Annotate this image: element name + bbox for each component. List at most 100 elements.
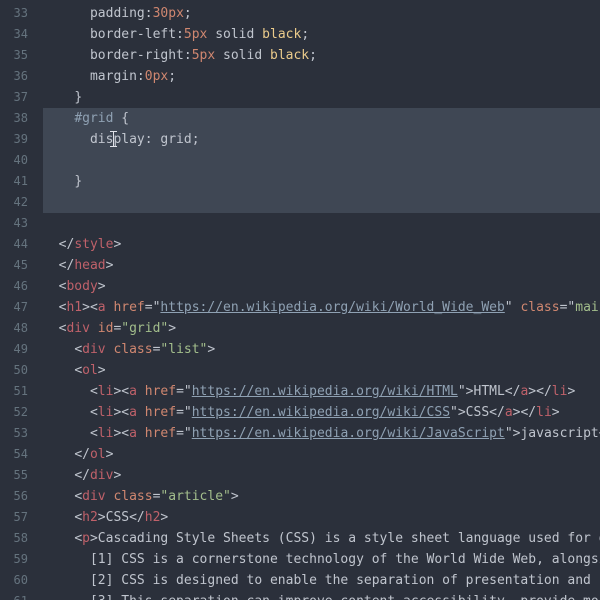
code-line[interactable]: 48 <div id="grid"> (0, 318, 600, 339)
code-token: div (66, 321, 90, 336)
line-number: 59 (13, 552, 28, 566)
code-token: >CSS</ (97, 510, 145, 525)
code-text: </div> (43, 465, 600, 486)
code-text: [2] CSS is designed to enable the separa… (43, 570, 600, 591)
code-token: ; (183, 6, 192, 21)
code-token: ol (89, 447, 106, 462)
code-line[interactable]: 41 } (0, 171, 600, 192)
text-cursor-icon (110, 131, 118, 147)
code-text: #grid { (43, 108, 600, 129)
code-line[interactable]: 51 <li><a href="https://en.wikipedia.org… (0, 381, 600, 402)
code-text: </style> (43, 234, 600, 255)
code-token: style (74, 237, 114, 252)
line-number: 48 (13, 321, 28, 335)
code-line[interactable]: 46 <body> (0, 276, 600, 297)
code-token: ; (301, 27, 310, 42)
code-token[interactable]: https://en.wikipedia.org/wiki/HTML (192, 384, 458, 399)
code-token: < (89, 405, 98, 420)
line-number: 40 (13, 153, 28, 167)
line-number: 47 (13, 300, 28, 314)
code-token: li (97, 426, 114, 441)
code-text: } (43, 171, 600, 192)
code-line[interactable]: 61 [3] This separation can improve conte… (0, 591, 600, 600)
code-token: ; (168, 69, 177, 84)
line-number: 45 (13, 258, 28, 272)
code-line[interactable]: 42 (0, 192, 600, 213)
code-line[interactable]: 38 #grid { (0, 108, 600, 129)
code-token: > (207, 342, 216, 357)
code-token: 30px (152, 6, 184, 21)
code-token: [2] CSS is designed to enable the separa… (89, 573, 600, 588)
line-number: 41 (13, 174, 28, 188)
code-text: <li><a href="https://en.wikipedia.org/wi… (43, 381, 600, 402)
code-token: ol (82, 363, 98, 378)
code-token: > (97, 363, 106, 378)
code-token[interactable]: https://en.wikipedia.org/wiki/CSS (192, 405, 450, 420)
code-line[interactable]: 52 <li><a href="https://en.wikipedia.org… (0, 402, 600, 423)
code-token: 5px (183, 27, 208, 42)
code-line[interactable]: 39 display: grid; (0, 129, 600, 150)
code-token: =" (176, 384, 192, 399)
code-line[interactable]: 59 [1] CSS is a cornerstone technology o… (0, 549, 600, 570)
code-line[interactable]: 49 <div class="list"> (0, 339, 600, 360)
code-line[interactable]: 36 margin:0px; (0, 66, 600, 87)
code-token[interactable]: https://en.wikipedia.org/wiki/JavaScript (192, 426, 505, 441)
code-text: <h1><a href="https://en.wikipedia.org/wi… (43, 297, 600, 318)
code-text: <ol> (43, 360, 600, 381)
line-number: 37 (13, 90, 28, 104)
code-token: padding: (89, 6, 153, 21)
code-text: [1] CSS is a cornerstone technology of t… (43, 549, 600, 570)
code-token: < (89, 384, 98, 399)
code-editor[interactable]: 33 padding:30px; 34 border-left:5px solid… (0, 0, 600, 600)
code-token: head (74, 258, 106, 273)
line-number: 44 (13, 237, 28, 251)
code-line[interactable]: 60 [2] CSS is designed to enable the sep… (0, 570, 600, 591)
code-line[interactable]: 34 border-left:5px solid black; (0, 24, 600, 45)
code-token: < (74, 489, 83, 504)
code-line[interactable]: 54 </ol> (0, 444, 600, 465)
line-number: 34 (13, 27, 28, 41)
code-token: li (97, 405, 114, 420)
code-token: "article" (160, 489, 231, 504)
code-token: >< (82, 300, 98, 315)
code-text: <li><a href="https://en.wikipedia.org/wi… (43, 423, 600, 444)
code-token: > (567, 384, 576, 399)
code-token: < (74, 363, 83, 378)
line-number: 60 (13, 573, 28, 587)
code-line[interactable]: 44 </style> (0, 234, 600, 255)
code-token: > (105, 447, 114, 462)
code-line[interactable]: 45 </head> (0, 255, 600, 276)
code-line[interactable]: 40 (0, 150, 600, 171)
code-token: li (551, 384, 568, 399)
code-line[interactable]: 56 <div class="article"> (0, 486, 600, 507)
code-line[interactable]: 37 } (0, 87, 600, 108)
line-number: 42 (13, 195, 28, 209)
code-line[interactable]: 58 <p>Cascading Style Sheets (CSS) is a … (0, 528, 600, 549)
code-text: <h2>CSS</h2> (43, 507, 600, 528)
code-token: < (74, 510, 83, 525)
code-line[interactable]: 53 <li><a href="https://en.wikipedia.org… (0, 423, 600, 444)
code-line[interactable]: 35 border-right:5px solid black; (0, 45, 600, 66)
code-token: a (504, 405, 513, 420)
line-number: 38 (13, 111, 28, 125)
code-line[interactable]: 55 </div> (0, 465, 600, 486)
code-text: } (43, 87, 600, 108)
code-token: > (97, 279, 106, 294)
code-line[interactable]: 33 padding:30px; (0, 3, 600, 24)
code-token: > (168, 321, 177, 336)
code-line[interactable]: 50 <ol> (0, 360, 600, 381)
line-number: 35 (13, 48, 28, 62)
code-line[interactable]: 43 (0, 213, 600, 234)
code-token: >< (113, 405, 130, 420)
line-number: 51 (13, 384, 28, 398)
code-line[interactable]: 57 <h2>CSS</h2> (0, 507, 600, 528)
code-token: ">javascript</ (504, 426, 600, 441)
code-token: >< (113, 384, 130, 399)
code-line[interactable]: 47 <h1><a href="https://en.wikipedia.org… (0, 297, 600, 318)
code-token[interactable]: https://en.wikipedia.org/wiki/World_Wide… (160, 300, 504, 315)
code-token: > (113, 237, 122, 252)
code-token: =" (144, 300, 161, 315)
code-text: border-left:5px solid black; (43, 24, 600, 45)
